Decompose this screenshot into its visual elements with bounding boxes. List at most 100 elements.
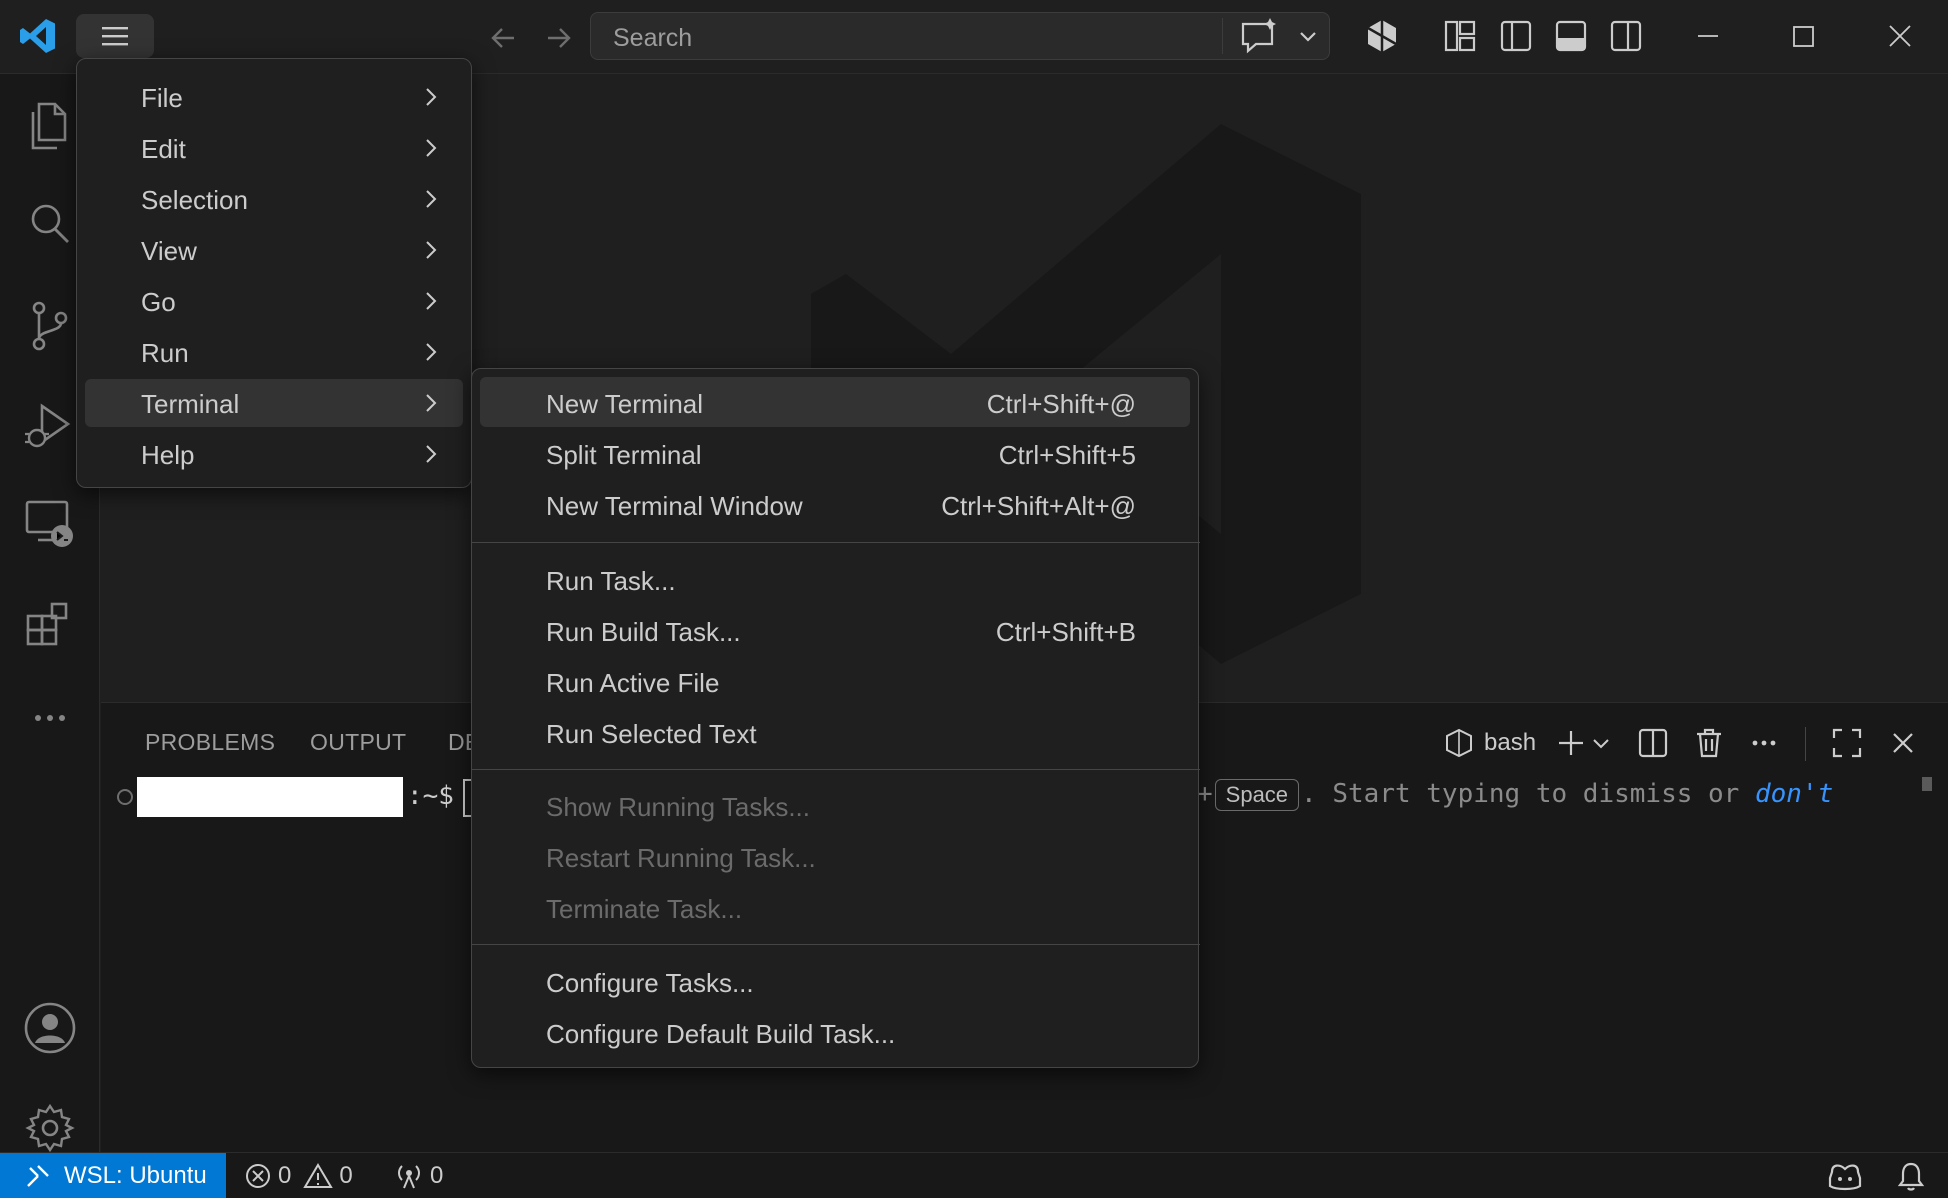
- toggle-secondary-sidebar-icon: [1610, 20, 1642, 52]
- notifications-status[interactable]: [1896, 1153, 1926, 1198]
- more-icon: [35, 715, 65, 721]
- terminal-more-actions-button[interactable]: [1744, 723, 1784, 763]
- menu-item-new-terminal-window[interactable]: New Terminal Window Ctrl+Shift+Alt+@: [480, 479, 1190, 529]
- menu-item-label: Run Active File: [546, 668, 720, 698]
- hint-keybinding: Space: [1214, 779, 1300, 811]
- activity-search[interactable]: [20, 194, 80, 254]
- toggle-primary-sidebar-icon: [1500, 20, 1532, 52]
- close-panel-button[interactable]: [1883, 723, 1923, 763]
- menu-item-go[interactable]: Go: [85, 277, 463, 325]
- chevron-right-icon: [426, 394, 437, 412]
- vscode-logo-icon: [18, 16, 58, 56]
- ports-status[interactable]: 0: [394, 1153, 443, 1198]
- toggle-secondary-sidebar-button[interactable]: [1604, 14, 1648, 58]
- terminal-name[interactable]: bash: [1484, 729, 1536, 757]
- menu-item-label: File: [141, 83, 183, 113]
- warning-count: 0: [339, 1162, 353, 1189]
- menu-item-view[interactable]: View: [85, 226, 463, 274]
- activity-accounts[interactable]: [20, 998, 80, 1058]
- accounts-cube-button[interactable]: [1360, 14, 1404, 58]
- search-divider: [1222, 18, 1223, 54]
- menu-item-label: Run Selected Text: [546, 719, 757, 749]
- activity-run-debug[interactable]: [20, 396, 80, 456]
- chevron-right-icon: [426, 343, 437, 361]
- arrow-right-icon: [548, 28, 571, 48]
- toggle-primary-sidebar-button[interactable]: [1494, 14, 1538, 58]
- activity-manage[interactable]: [20, 1098, 80, 1158]
- menu-item-run-task[interactable]: Run Task...: [480, 554, 1190, 604]
- menu-item-run-selected-text[interactable]: Run Selected Text: [480, 707, 1190, 757]
- menu-item-file[interactable]: File: [85, 73, 463, 121]
- menu-item-terminate-task: Terminate Task...: [480, 882, 1190, 932]
- copilot-chat-icon: [1241, 18, 1276, 54]
- explorer-icon: [31, 102, 67, 150]
- application-menu-button[interactable]: [76, 14, 154, 58]
- toggle-panel-button[interactable]: [1549, 14, 1593, 58]
- menu-item-label: Terminal: [141, 389, 240, 419]
- customize-layout-icon: [1444, 20, 1476, 52]
- menu-item-configure-tasks[interactable]: Configure Tasks...: [480, 956, 1190, 1006]
- extensions-icon: [26, 602, 68, 646]
- chevron-right-icon: [426, 190, 437, 208]
- remote-explorer-icon: [25, 500, 73, 547]
- menu-item-edit[interactable]: Edit: [85, 124, 463, 172]
- menu-item-label: Configure Tasks...: [546, 968, 754, 998]
- launch-profile-button[interactable]: [1587, 723, 1615, 763]
- split-terminal-button[interactable]: [1633, 723, 1673, 763]
- activity-extensions[interactable]: [20, 594, 80, 654]
- new-terminal-button[interactable]: [1551, 723, 1591, 763]
- toggle-panel-icon: [1555, 20, 1587, 52]
- go-forward-button[interactable]: [538, 18, 578, 58]
- remote-label: WSL: Ubuntu: [64, 1162, 207, 1189]
- command-center-search[interactable]: Search: [590, 12, 1330, 60]
- accounts-icon: [24, 1002, 76, 1054]
- terminal-scrollbar[interactable]: [1922, 777, 1932, 791]
- terminal-submenu: New Terminal Ctrl+Shift+@ Split Terminal…: [471, 368, 1200, 1068]
- activity-source-control[interactable]: [20, 296, 80, 356]
- menu-item-selection[interactable]: Selection: [85, 175, 463, 223]
- settings-gear-icon: [25, 1103, 75, 1153]
- minimize-button[interactable]: [1678, 10, 1738, 62]
- tab-output[interactable]: OUTPUT: [310, 729, 406, 756]
- application-menu: File Edit Selection View Go Run Terminal…: [76, 58, 472, 488]
- chevron-right-icon: [426, 241, 437, 259]
- activity-more[interactable]: [20, 688, 80, 748]
- maximize-panel-button[interactable]: [1827, 723, 1867, 763]
- activity-explorer[interactable]: [20, 94, 80, 154]
- customize-layout-button[interactable]: [1438, 14, 1482, 58]
- menu-item-run-active-file[interactable]: Run Active File: [480, 656, 1190, 706]
- menu-item-label: New Terminal Window: [546, 491, 803, 521]
- problems-status[interactable]: 0 0: [244, 1153, 353, 1198]
- menu-item-new-terminal[interactable]: New Terminal Ctrl+Shift+@: [480, 377, 1190, 427]
- run-debug-icon: [25, 403, 71, 448]
- activity-remote-explorer[interactable]: [20, 494, 80, 554]
- search-icon: [31, 204, 69, 243]
- copilot-menu-button[interactable]: [1292, 18, 1324, 54]
- arrow-left-icon: [491, 28, 514, 48]
- split-icon: [1638, 728, 1668, 758]
- close-window-button[interactable]: [1870, 10, 1930, 62]
- menu-item-run-build-task[interactable]: Run Build Task... Ctrl+Shift+B: [480, 605, 1190, 655]
- remote-indicator[interactable]: WSL: Ubuntu: [0, 1153, 226, 1198]
- copilot-chat-button[interactable]: [1234, 12, 1284, 60]
- kill-terminal-button[interactable]: [1689, 723, 1729, 763]
- menu-item-shortcut: Ctrl+Shift+@: [986, 389, 1136, 419]
- tab-problems[interactable]: PROBLEMS: [145, 729, 275, 756]
- hint-dont-show-link[interactable]: don't: [1755, 779, 1833, 809]
- menu-item-shortcut: Ctrl+Shift+Alt+@: [941, 491, 1136, 521]
- menu-icon: [102, 27, 128, 46]
- fullscreen-icon: [1832, 728, 1862, 758]
- menu-item-help[interactable]: Help: [85, 430, 463, 478]
- copilot-status[interactable]: [1826, 1153, 1864, 1198]
- menu-item-run[interactable]: Run: [85, 328, 463, 376]
- maximize-button[interactable]: [1773, 10, 1833, 62]
- menu-separator: [472, 542, 1200, 543]
- menu-item-split-terminal[interactable]: Split Terminal Ctrl+Shift+5: [480, 428, 1190, 478]
- source-control-icon: [32, 301, 68, 351]
- menu-item-terminal[interactable]: Terminal: [85, 379, 463, 427]
- menu-item-label: Show Running Tasks...: [546, 792, 810, 822]
- menu-item-configure-default-build-task[interactable]: Configure Default Build Task...: [480, 1007, 1190, 1057]
- menu-item-label: View: [141, 236, 197, 266]
- chevron-right-icon: [426, 139, 437, 157]
- go-back-button[interactable]: [484, 18, 524, 58]
